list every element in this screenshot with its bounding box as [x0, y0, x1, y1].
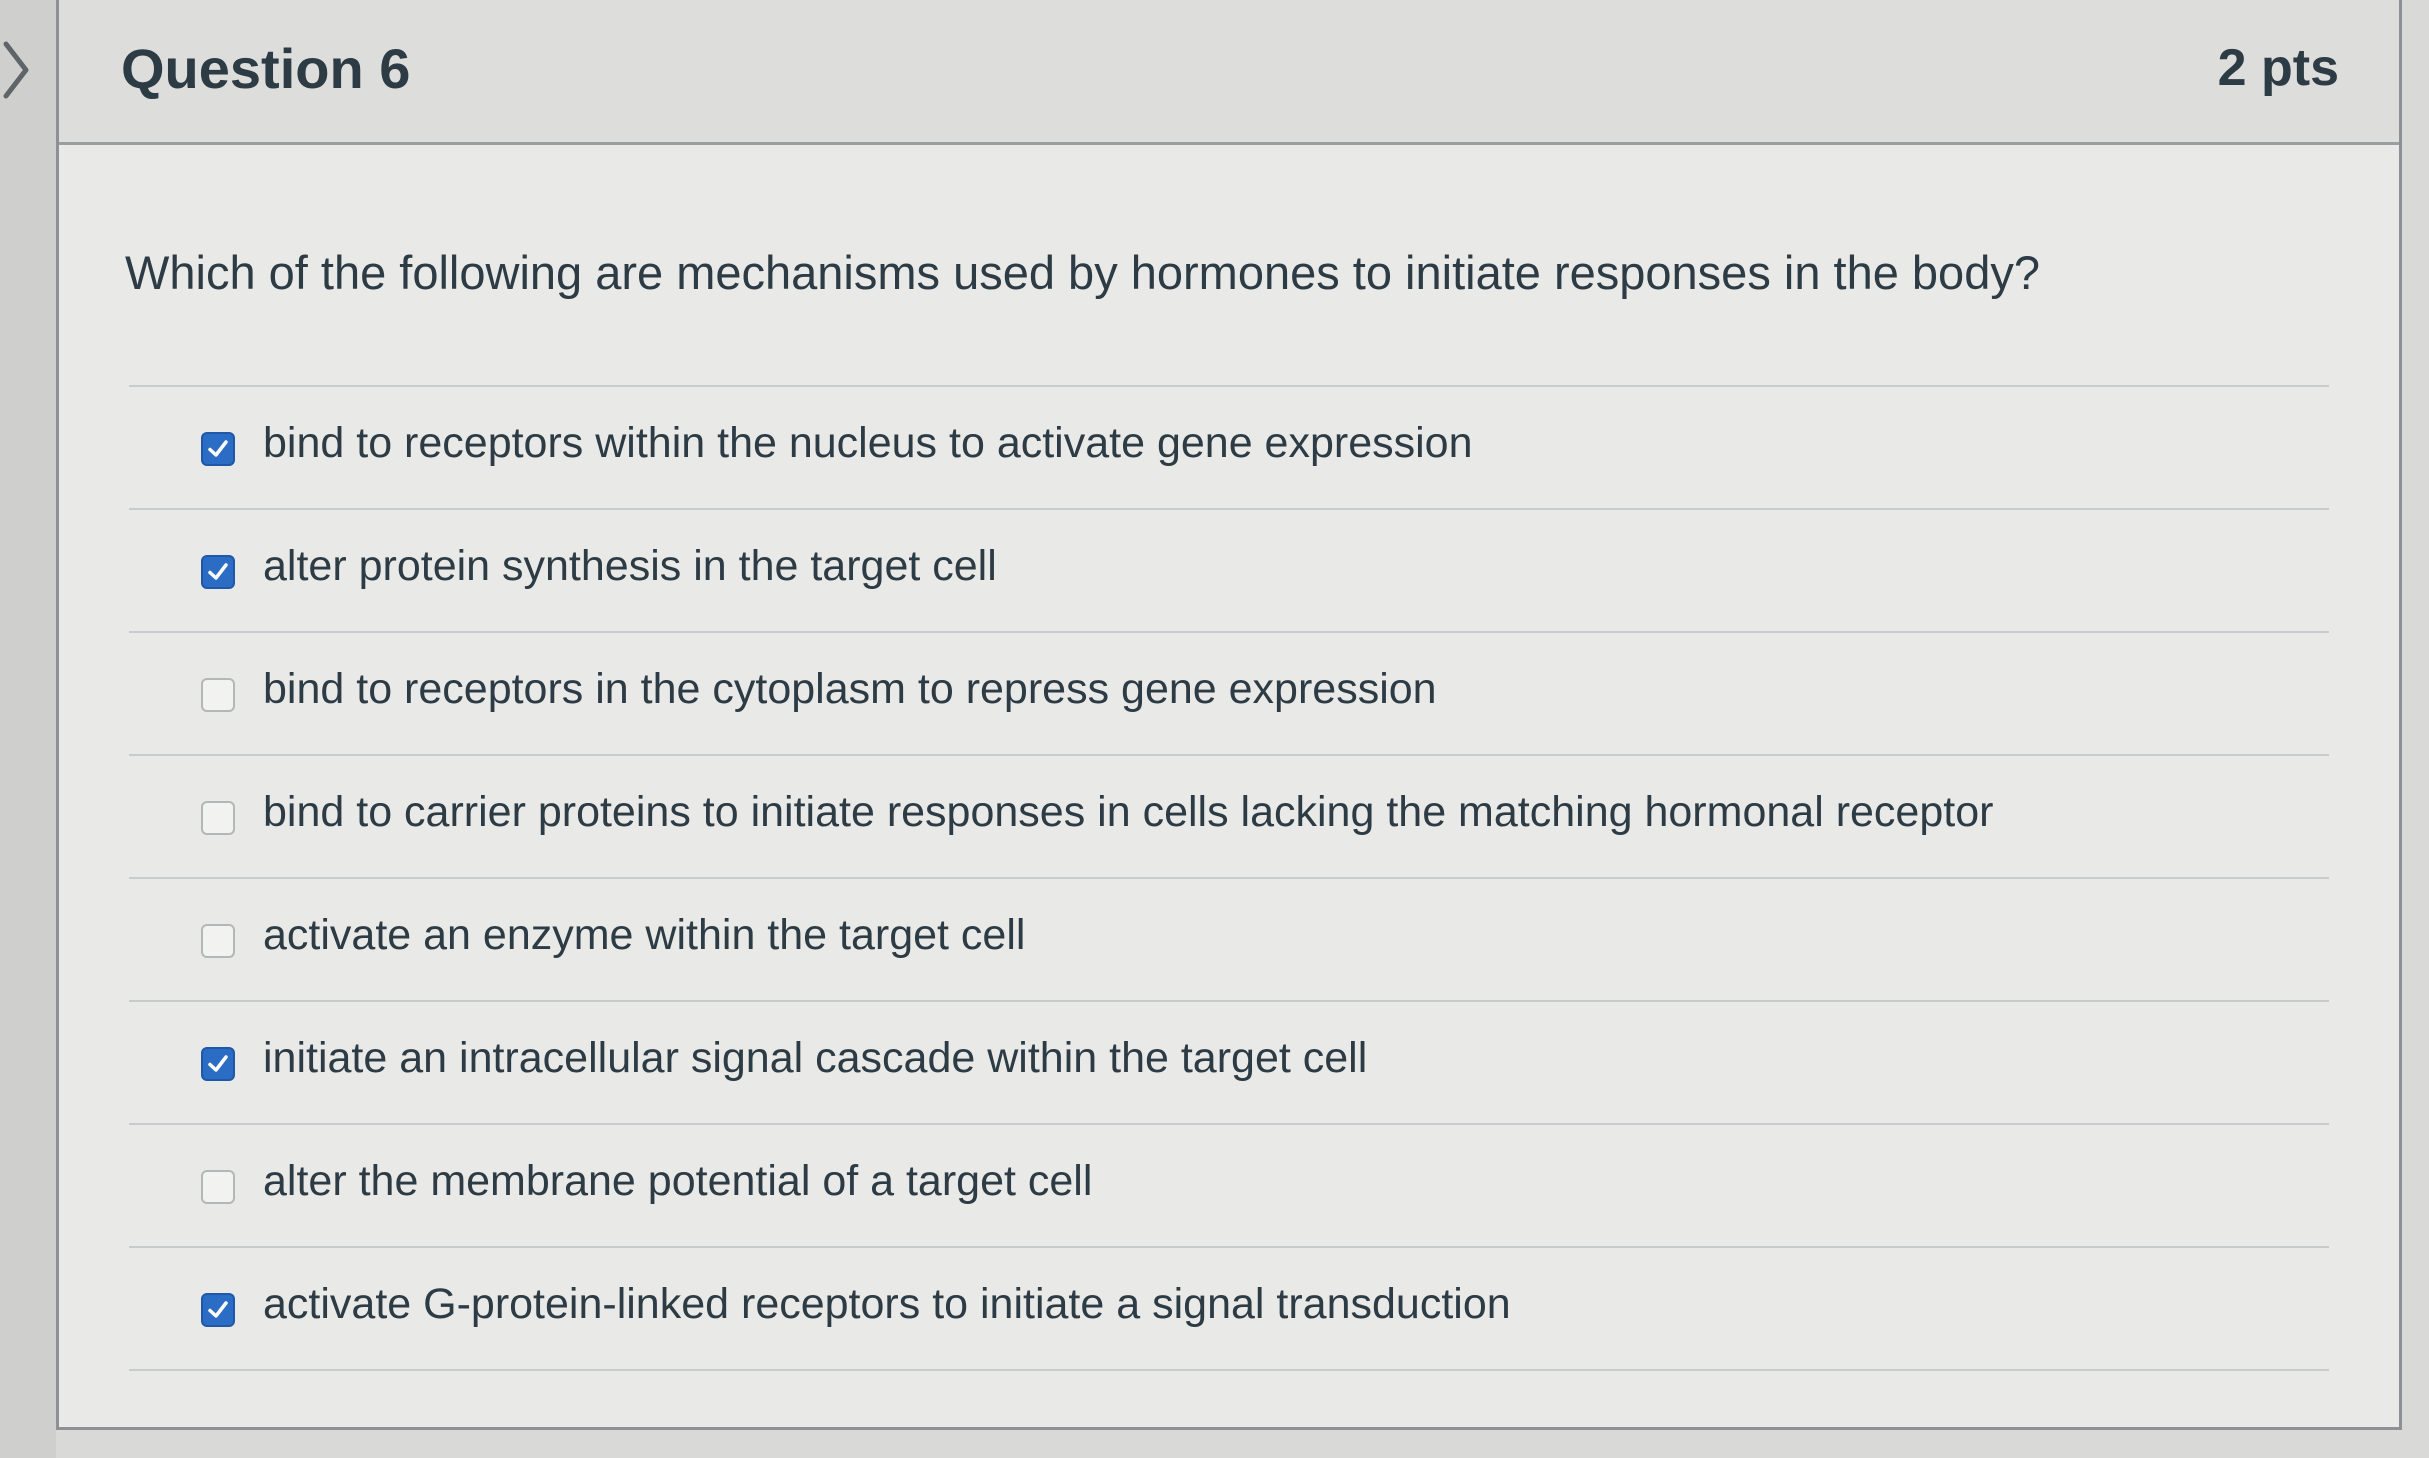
question-prompt: Which of the following are mechanisms us…: [125, 246, 2040, 299]
question-card: Question 6 2 pts Which of the following …: [56, 0, 2402, 1430]
answer-label: alter the membrane potential of a target…: [263, 1157, 1093, 1205]
answer-option[interactable]: alter protein synthesis in the target ce…: [129, 510, 2329, 633]
checkmark-icon: [208, 563, 228, 580]
answer-label: bind to receptors within the nucleus to …: [263, 419, 1473, 467]
answer-checkbox[interactable]: [201, 1293, 235, 1327]
left-gutter: [0, 0, 56, 1458]
chevron-right-icon[interactable]: [0, 38, 40, 102]
answer-option[interactable]: bind to receptors in the cytoplasm to re…: [129, 633, 2329, 756]
answer-checkbox[interactable]: [201, 432, 235, 466]
answer-option[interactable]: activate G-protein-linked receptors to i…: [129, 1248, 2329, 1371]
answer-label: activate an enzyme within the target cel…: [263, 911, 1026, 959]
answer-checkbox[interactable]: [201, 1170, 235, 1204]
answer-option[interactable]: activate an enzyme within the target cel…: [129, 879, 2329, 1002]
checkmark-icon: [208, 1301, 228, 1318]
checkmark-icon: [208, 1055, 228, 1072]
answer-checkbox[interactable]: [201, 1047, 235, 1081]
question-title: Question 6: [121, 37, 411, 100]
answer-label: bind to carrier proteins to initiate res…: [263, 788, 1994, 836]
answer-label: activate G-protein-linked receptors to i…: [263, 1280, 1511, 1328]
answer-option[interactable]: bind to receptors within the nucleus to …: [129, 387, 2329, 510]
question-header: Question 6 2 pts: [59, 0, 2399, 145]
checkmark-icon: [208, 440, 228, 457]
answer-checkbox[interactable]: [201, 924, 235, 958]
answer-option[interactable]: initiate an intracellular signal cascade…: [129, 1002, 2329, 1125]
answer-label: alter protein synthesis in the target ce…: [263, 542, 997, 590]
answer-checkbox[interactable]: [201, 801, 235, 835]
answer-label: initiate an intracellular signal cascade…: [263, 1034, 1368, 1082]
question-points: 2 pts: [2217, 39, 2339, 97]
answer-checkbox[interactable]: [201, 678, 235, 712]
answer-label: bind to receptors in the cytoplasm to re…: [263, 665, 1437, 713]
answer-option[interactable]: bind to carrier proteins to initiate res…: [129, 756, 2329, 879]
answer-list: bind to receptors within the nucleus to …: [129, 385, 2329, 1371]
answer-option[interactable]: alter the membrane potential of a target…: [129, 1125, 2329, 1248]
answer-checkbox[interactable]: [201, 555, 235, 589]
